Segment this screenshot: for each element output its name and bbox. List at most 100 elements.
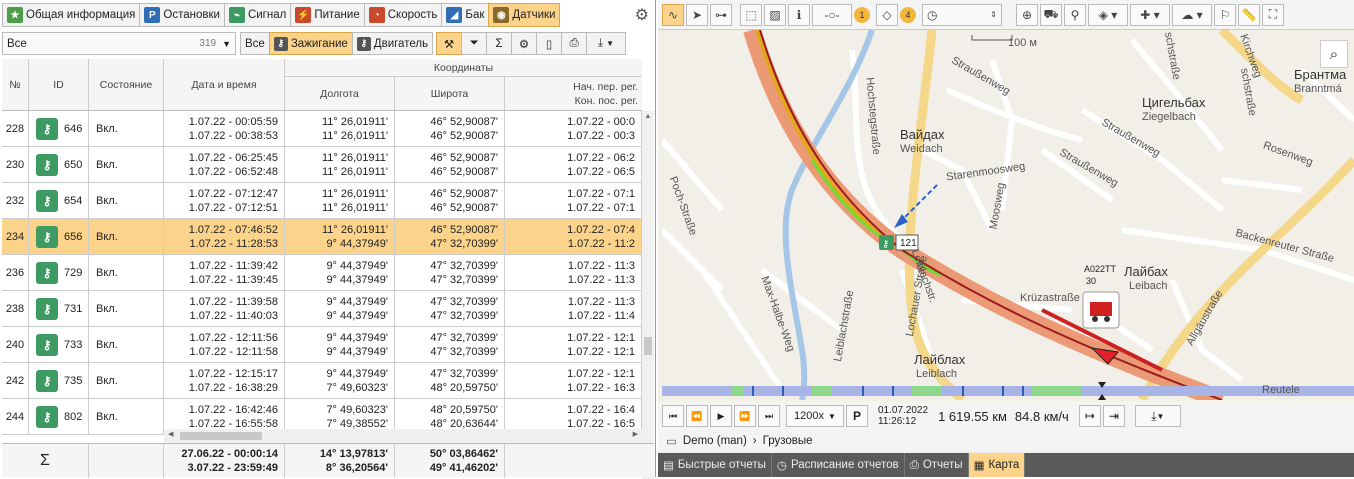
search-icon[interactable]: ⌕ xyxy=(1320,40,1348,68)
tab-report-schedule[interactable]: ◷ Расписание отчетов xyxy=(772,453,905,477)
table-row[interactable]: 234 ⚷ 656 Вкл. 1.07.22 - 07:46:52 1.07.22 - 1… xyxy=(2,219,642,255)
vertical-scrollbar[interactable]: ▲ ▼ xyxy=(642,111,654,479)
geofence-count: 1 xyxy=(854,6,870,23)
spinner-icon[interactable]: ⇕ xyxy=(990,10,1001,19)
row-num: 234 xyxy=(2,219,29,255)
row-id: ⚷ 802 xyxy=(29,399,89,435)
row-latitude: 46° 52,90087' 46° 52,90087' xyxy=(395,111,505,147)
tab-reports[interactable]: ⎙ Отчеты xyxy=(905,453,969,477)
time-input[interactable]: ◷ ⇕ xyxy=(922,3,1002,26)
timeline-strip[interactable] xyxy=(662,386,1354,396)
locate-icon[interactable]: ⊕ xyxy=(1016,3,1038,26)
print-icon[interactable]: ⎙ xyxy=(561,32,588,55)
tab-power[interactable]: ⚡ Питание xyxy=(290,3,365,27)
ignition-key-icon: ⚷ xyxy=(36,370,58,392)
col-id[interactable]: ID xyxy=(29,59,89,111)
place-ziegelbach-de: Ziegelbach xyxy=(1142,111,1196,123)
col-num[interactable]: № xyxy=(2,59,29,111)
breadcrumb-root[interactable]: Demo (man) xyxy=(683,435,747,447)
map-panel: ∿ ➤ ⊶ ⬚ ▨ ℹ -○- 1 ◇ 4 ◷ ⇕ ⊕ ⛟ ⚲ ◈ ▾ ✚ ▾ ☁… xyxy=(658,0,1354,477)
row-state: Вкл. xyxy=(89,111,164,147)
skip-end-icon[interactable]: ⏭ xyxy=(758,405,780,427)
parking-toggle-button[interactable]: P xyxy=(846,405,868,427)
table-row[interactable]: 236 ⚷ 729 Вкл. 1.07.22 - 11:39:42 1.07.22 - 1… xyxy=(2,255,642,291)
col-state[interactable]: Состояние xyxy=(89,59,164,111)
place-brant-de: Branntmá xyxy=(1294,83,1342,95)
export-icon[interactable]: ⤓ ▼ xyxy=(586,32,627,55)
tab-stops[interactable]: P Остановки xyxy=(139,3,225,27)
horizontal-scroll-thumb[interactable] xyxy=(180,432,262,440)
scroll-right-icon[interactable]: ▶ xyxy=(633,430,638,438)
col-datetime[interactable]: Дата и время xyxy=(164,59,285,111)
table-row[interactable]: 238 ⚷ 731 Вкл. 1.07.22 - 11:39:58 1.07.22 - 1… xyxy=(2,291,642,327)
row-region: 1.07.22 - 07:4 1.07.22 - 11:2 xyxy=(505,219,642,255)
row-id: ⚷ 646 xyxy=(29,111,89,147)
wrench-filter-icon[interactable]: ⚒ xyxy=(436,32,463,55)
filter-select[interactable]: Все 319 ▼ xyxy=(2,32,236,55)
scroll-up-icon[interactable]: ▲ xyxy=(643,113,653,120)
tab-fuel[interactable]: ◢ Бак xyxy=(441,3,490,27)
vehicle-icon[interactable]: ⛟ xyxy=(1040,3,1062,26)
select-area-icon[interactable]: ⬚ xyxy=(740,3,762,26)
skip-start-icon[interactable]: ⏮ xyxy=(662,405,684,427)
tab-general[interactable]: ★ Общая информация xyxy=(2,3,141,27)
table-row[interactable]: 242 ⚷ 735 Вкл. 1.07.22 - 12:15:17 1.07.22 - 1… xyxy=(2,363,642,399)
horizontal-scrollbar[interactable]: ◀ ▶ xyxy=(164,429,642,443)
route-icon[interactable]: ⊶ xyxy=(710,3,732,26)
row-id: ⚷ 731 xyxy=(29,291,89,327)
bottom-tabs: ▤ Быстрые отчеты ◷ Расписание отчетов ⎙ Отч… xyxy=(658,453,1354,477)
chevron-down-icon: ▼ xyxy=(606,39,615,48)
download-icon[interactable]: ⤓ ▼ xyxy=(1134,405,1181,427)
image-icon[interactable]: ▨ xyxy=(764,3,786,26)
scroll-left-icon[interactable]: ◀ xyxy=(168,430,173,438)
settings-gear-icon[interactable]: ⚙ xyxy=(635,5,649,25)
speed-icon: ◔ xyxy=(368,7,385,23)
row-longitude: 9° 44,37949' 9° 44,37949' xyxy=(285,291,395,327)
tag-icon[interactable]: ◇ xyxy=(876,3,898,26)
tab-signal[interactable]: ⌁ Сигнал xyxy=(223,3,292,27)
add-layer-icon[interactable]: ✚ ▾ xyxy=(1130,3,1170,26)
table-row[interactable]: 232 ⚷ 654 Вкл. 1.07.22 - 07:12:47 1.07.22 - 0… xyxy=(2,183,642,219)
report-toolbar: Все 319 ▼ Все ⚷ Зажигание ⚷ Двигатель ⚒ ⏷ … xyxy=(2,31,654,56)
funnel-icon[interactable]: ⏷ xyxy=(461,32,488,55)
track-line-icon[interactable]: ∿ xyxy=(662,3,684,26)
table-row[interactable]: 230 ⚷ 650 Вкл. 1.07.22 - 06:25:45 1.07.22 - 0… xyxy=(2,147,642,183)
tab-quick-reports[interactable]: ▤ Быстрые отчеты xyxy=(658,453,772,477)
fullscreen-icon[interactable]: ⛶ xyxy=(1262,3,1284,26)
jump-end-icon[interactable]: ⇥ xyxy=(1102,405,1125,427)
breadcrumb: ▭ Demo (man) › Грузовые xyxy=(658,431,1354,451)
pin-icon[interactable]: ⚲ xyxy=(1064,3,1086,26)
row-longitude: 9° 44,37949' 9° 44,37949' xyxy=(285,255,395,291)
layers-icon[interactable]: ◈ ▾ xyxy=(1088,3,1128,26)
vertical-scroll-thumb[interactable] xyxy=(644,337,652,355)
breadcrumb-child[interactable]: Грузовые xyxy=(763,435,813,447)
fast-forward-icon[interactable]: ⏩ xyxy=(734,405,756,427)
ignition-button[interactable]: ⚷ Зажигание xyxy=(268,32,353,55)
sum-icon[interactable]: Σ xyxy=(486,32,513,55)
engine-button[interactable]: ⚷ Двигатель xyxy=(351,32,434,55)
play-icon[interactable]: ▶ xyxy=(710,405,732,427)
mobile-icon[interactable]: ▯ xyxy=(536,32,563,55)
col-longitude[interactable]: Долгота xyxy=(285,77,395,111)
info-icon[interactable]: ℹ xyxy=(788,3,810,26)
weather-icon[interactable]: ☁ ▾ xyxy=(1172,3,1212,26)
all-button[interactable]: Все xyxy=(240,32,270,55)
rewind-icon[interactable]: ⏪ xyxy=(686,405,708,427)
row-latitude: 46° 52,90087' 47° 32,70399' xyxy=(395,219,505,255)
row-num: 230 xyxy=(2,147,29,183)
col-region[interactable]: Нач. пер. рег. Кон. пос. рег. xyxy=(505,77,642,111)
geofence-icon[interactable]: -○- xyxy=(812,3,852,26)
tab-sensors[interactable]: ◉ Датчики xyxy=(488,3,561,27)
ruler-icon[interactable]: 📏 xyxy=(1238,3,1260,26)
traffic-icon[interactable]: ⚐ xyxy=(1214,3,1236,26)
speed-select[interactable]: 1200x ▼ xyxy=(786,405,844,427)
col-latitude[interactable]: Широта xyxy=(395,77,505,111)
place-laiblach-de: Leiblach xyxy=(916,368,957,380)
jump-to-icon[interactable]: ↦ xyxy=(1078,405,1101,427)
columns-gear-icon[interactable]: ⚙ xyxy=(511,32,538,55)
cursor-icon[interactable]: ➤ xyxy=(686,3,708,26)
tab-speed[interactable]: ◔ Скорость xyxy=(363,3,443,27)
tab-map[interactable]: ▦ Карта xyxy=(968,453,1026,477)
table-row[interactable]: 228 ⚷ 646 Вкл. 1.07.22 - 00:05:59 1.07.22 - 0… xyxy=(2,111,642,147)
table-row[interactable]: 240 ⚷ 733 Вкл. 1.07.22 - 12:11:56 1.07.22 - 1… xyxy=(2,327,642,363)
